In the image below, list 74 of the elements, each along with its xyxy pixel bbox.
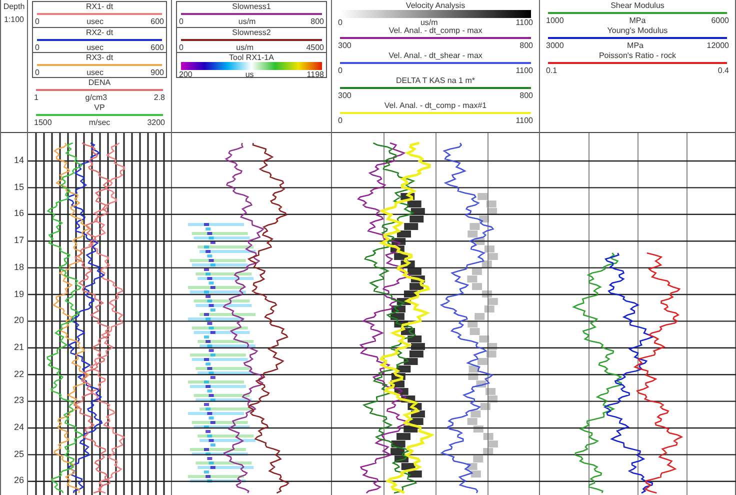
scale-min: 0.1 bbox=[546, 66, 558, 75]
scale-unit: MPa bbox=[629, 16, 646, 25]
curve-name: Young's Modulus bbox=[606, 26, 669, 35]
depth-label: 20 bbox=[14, 315, 24, 326]
curve-name: Velocity Analysis bbox=[404, 1, 466, 10]
curve-name: DELTA T KAS na 1 m* bbox=[395, 76, 476, 85]
curve-name: Poisson's Ratio - rock bbox=[598, 51, 678, 60]
scale-unit: g/cm3 bbox=[85, 93, 108, 102]
scale-max: 600 bbox=[150, 43, 164, 52]
scale-max: 1100 bbox=[516, 66, 533, 75]
curve-name: RX1- dt bbox=[84, 2, 114, 11]
scale-min: 0 bbox=[179, 17, 184, 26]
depth-label: 24 bbox=[14, 422, 24, 432]
scale-unit: MPa bbox=[627, 41, 644, 50]
scale-max: 800 bbox=[310, 17, 324, 26]
scale-max: 1100 bbox=[516, 116, 533, 125]
scale-max: 1198 bbox=[306, 70, 324, 79]
depth-label: 17 bbox=[14, 235, 24, 246]
scale-min: 300 bbox=[338, 91, 352, 100]
depth-label: 22 bbox=[14, 368, 24, 379]
depth-label: 26 bbox=[14, 475, 24, 486]
curve-name: RX2- dt bbox=[84, 28, 114, 37]
scale-max: 900 bbox=[150, 68, 164, 77]
scale-min: 1 bbox=[34, 93, 38, 102]
scale-max: 4500 bbox=[306, 43, 324, 52]
depth-scale: 1:100 bbox=[4, 15, 24, 24]
depth-label: 23 bbox=[14, 395, 24, 406]
scale-unit: us/m bbox=[236, 43, 254, 52]
curve-name: DENA bbox=[87, 78, 112, 87]
curve-name: VP bbox=[93, 103, 106, 112]
depth-label: 14 bbox=[14, 155, 24, 165]
scale-unit: usec bbox=[86, 43, 104, 52]
curve-name: RX3- dt bbox=[84, 53, 114, 62]
scale-max: 1100 bbox=[516, 18, 533, 27]
scale-unit: us bbox=[245, 70, 254, 79]
scale-max: 12000 bbox=[706, 41, 729, 50]
scale-max: 6000 bbox=[711, 16, 729, 25]
scale-unit: m/sec bbox=[88, 118, 110, 127]
scale-min: 3000 bbox=[546, 41, 564, 50]
depth-label: 16 bbox=[14, 208, 24, 218]
curve-name: Vel. Anal. - dt_comp - max bbox=[388, 26, 484, 35]
scale-max: 3200 bbox=[147, 118, 165, 127]
scale-min: 0 bbox=[179, 43, 184, 52]
scale-unit: usec bbox=[86, 68, 104, 77]
scale-min: 0 bbox=[35, 68, 40, 77]
curve-name: Shear Modulus bbox=[610, 1, 666, 10]
curve-name: Slowness1 bbox=[231, 2, 272, 11]
scale-min: 0 bbox=[35, 43, 40, 52]
scale-min: 1500 bbox=[34, 118, 52, 127]
scale-min: 0 bbox=[338, 18, 342, 27]
scale-max: 800 bbox=[520, 91, 533, 100]
scale-min: 0 bbox=[338, 116, 342, 125]
depth-title: Depth bbox=[3, 2, 25, 11]
scale-max: 800 bbox=[520, 41, 533, 50]
curve-name: Tool RX1-1A bbox=[228, 53, 275, 62]
depth-label: 18 bbox=[14, 262, 24, 272]
curve-name: Vel. Anal. - dt_comp - max#1 bbox=[383, 101, 488, 110]
curve-name: Slowness2 bbox=[231, 28, 272, 37]
scale-min: 300 bbox=[338, 41, 352, 50]
depth-label: 19 bbox=[14, 288, 24, 298]
depth-label: 15 bbox=[14, 182, 24, 192]
scale-unit: us/m bbox=[238, 17, 256, 26]
scale-min: 1000 bbox=[546, 16, 564, 25]
depth-label: 25 bbox=[14, 448, 24, 459]
scale-max: 0.4 bbox=[718, 66, 729, 75]
scale-min: 200 bbox=[179, 70, 192, 79]
scale-max: 2.8 bbox=[154, 93, 165, 102]
scale-min: 0 bbox=[338, 66, 342, 75]
scale-min: 0 bbox=[35, 17, 40, 26]
curve-name: Vel. Anal. - dt_shear - max bbox=[388, 51, 484, 60]
scale-max: 600 bbox=[150, 17, 164, 26]
scale-unit: usec bbox=[86, 17, 104, 26]
scale-unit: us/m bbox=[420, 18, 438, 27]
depth-label: 21 bbox=[14, 342, 24, 352]
